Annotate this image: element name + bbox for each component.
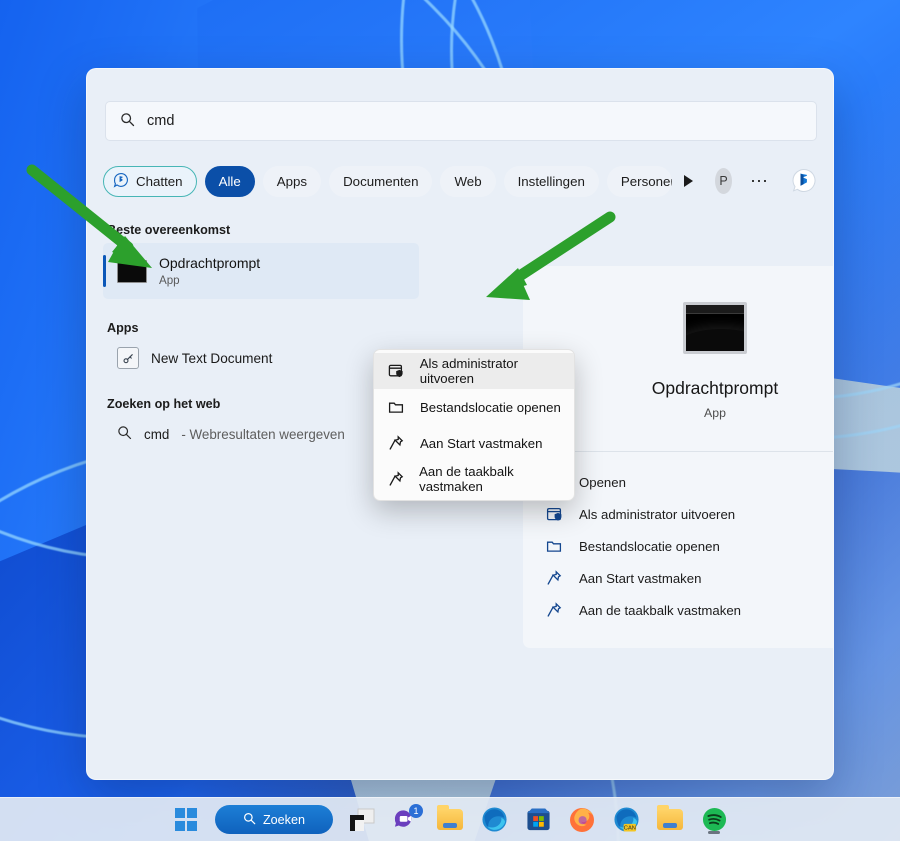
preview-action-label: Aan Start vastmaken (579, 570, 702, 586)
context-menu-item-pin-to-start[interactable]: Aan Start vastmaken (374, 425, 574, 461)
edge-canary-tag: CAN (623, 826, 635, 832)
context-menu-item-label: Bestandslocatie openen (420, 399, 561, 415)
microsoft-store-icon[interactable] (523, 805, 553, 835)
folder-icon (545, 538, 563, 554)
taskbar-search-button[interactable]: Zoeken (215, 805, 333, 834)
filter-apps[interactable]: Apps (262, 165, 322, 197)
filter-documenten[interactable]: Documenten (329, 165, 433, 197)
preview-action-pin-to-start[interactable]: Aan Start vastmaken (545, 562, 833, 594)
preview-action-label: Openen (579, 474, 626, 490)
avatar-initial: P (719, 174, 728, 188)
file-explorer-icon[interactable] (435, 805, 465, 835)
desktop-screen: cmd Chatten Alle Apps Documenten Web Ins… (0, 0, 900, 841)
preview-action-open[interactable]: Openen (545, 466, 833, 498)
search-icon (117, 425, 132, 443)
list-item-label: New Text Document (151, 350, 273, 366)
preview-action-label: Bestandslocatie openen (579, 538, 720, 554)
spotify-icon[interactable] (699, 805, 729, 835)
firefox-icon[interactable] (567, 805, 597, 835)
windows-start-icon[interactable] (171, 805, 201, 835)
context-menu-item-pin-to-taskbar[interactable]: Aan de taakbalk vastmaken (374, 461, 574, 497)
filter-instellingen-label: Instellingen (517, 173, 585, 189)
filter-chat-label: Chatten (136, 173, 183, 189)
taskbar-search-label: Zoeken (262, 812, 305, 827)
preview-action-open-file-location[interactable]: Bestandslocatie openen (545, 530, 833, 562)
pin-icon (386, 471, 405, 487)
filter-instellingen[interactable]: Instellingen (503, 165, 599, 197)
edge-canary-icon[interactable]: CAN (611, 805, 641, 835)
filter-personen-label: Personen (620, 173, 672, 189)
taskbar: Zoeken 1 CAN (0, 797, 900, 841)
web-result-row[interactable]: cmd - Webresultaten weergeven ❯ (103, 417, 419, 451)
command-prompt-icon (117, 259, 147, 283)
list-item[interactable]: New Text Document (103, 341, 419, 375)
search-icon (243, 812, 256, 828)
pin-icon (545, 570, 563, 586)
shield-admin-icon (386, 363, 406, 379)
folder-icon (386, 399, 406, 415)
filter-web-label: Web (454, 173, 482, 189)
web-result-suffix: - Webresultaten weergeven (181, 426, 345, 442)
bing-chat-icon (113, 172, 129, 191)
play-arrow-icon[interactable] (684, 175, 694, 187)
section-apps: Apps (107, 321, 139, 335)
shortcut-file-icon (117, 347, 139, 369)
filter-personen[interactable]: Personen (606, 165, 673, 197)
result-title: Opdrachtprompt (159, 255, 261, 272)
filter-apps-label: Apps (276, 173, 308, 189)
avatar[interactable]: P (715, 168, 732, 194)
context-menu-item-label: Aan de taakbalk vastmaken (419, 464, 514, 494)
pin-icon (386, 435, 406, 451)
section-best-match: Beste overeenkomst (107, 223, 231, 237)
context-menu-item-run-as-administrator[interactable]: Als administrator uitvoeren (374, 353, 574, 389)
command-prompt-icon (683, 302, 747, 354)
notification-badge: 1 (409, 803, 423, 818)
shield-admin-icon (545, 506, 563, 522)
preview-action-pin-to-taskbar[interactable]: Aan de taakbalk vastmaken (545, 594, 833, 626)
windows-search-panel: cmd Chatten Alle Apps Documenten Web Ins… (86, 68, 834, 780)
chat-teams-icon[interactable]: 1 (391, 803, 423, 835)
task-view-icon[interactable] (347, 805, 377, 835)
context-menu-item-label: Aan Start vastmaken (420, 435, 543, 451)
result-subtitle: App (159, 273, 180, 287)
web-result-query: cmd (144, 426, 170, 442)
search-input-value: cmd (147, 113, 175, 129)
ellipsis-icon[interactable]: ⋯ (750, 172, 769, 190)
filter-web[interactable]: Web (440, 165, 496, 197)
preview-actions: Openen Als administrator uitvoeren Besta… (545, 466, 833, 626)
pin-icon (545, 602, 563, 618)
preview-action-run-as-admin[interactable]: Als administrator uitvoeren (545, 498, 833, 530)
file-explorer-icon[interactable] (655, 805, 685, 835)
running-indicator (708, 830, 720, 834)
result-best-match[interactable]: Opdrachtprompt App (103, 243, 419, 299)
filter-chat[interactable]: Chatten (103, 165, 197, 197)
search-filter-bar: Chatten Alle Apps Documenten Web Instell… (103, 162, 819, 200)
context-menu: Als administrator uitvoeren Bestandsloca… (373, 349, 575, 501)
search-input[interactable]: cmd (105, 101, 817, 141)
divider (543, 451, 833, 452)
bing-icon[interactable] (789, 166, 819, 196)
filter-alle[interactable]: Alle (204, 165, 255, 197)
results-column: Beste overeenkomst Opdrachtprompt App Ap… (103, 209, 419, 451)
preview-action-label: Aan de taakbalk vastmaken (579, 602, 742, 618)
search-icon (120, 112, 135, 131)
preview-action-label: Als administrator uitvoeren (579, 506, 736, 522)
filter-alle-label: Alle (218, 173, 241, 189)
context-menu-item-open-file-location[interactable]: Bestandslocatie openen (374, 389, 574, 425)
microsoft-edge-icon[interactable] (479, 805, 509, 835)
filter-documenten-label: Documenten (343, 173, 419, 189)
context-menu-item-label: Als administrator uitvoeren (419, 356, 518, 386)
